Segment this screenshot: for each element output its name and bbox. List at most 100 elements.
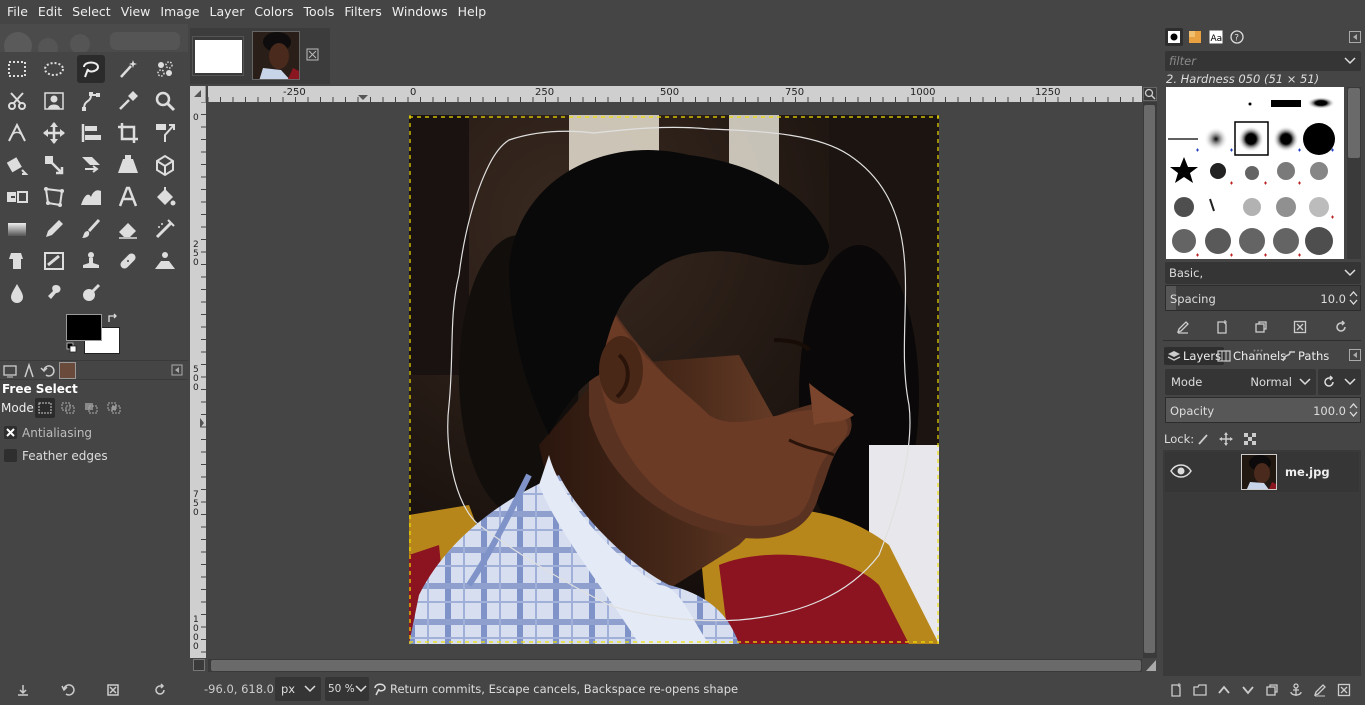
new-layer-group-icon[interactable] <box>1191 681 1209 699</box>
duplicate-layer-icon[interactable] <box>1263 681 1281 699</box>
swap-colors-icon[interactable] <box>107 313 119 325</box>
dock-separator-grip[interactable] <box>1253 341 1263 352</box>
configure-tab-icon[interactable] <box>171 364 183 376</box>
color-picker-icon[interactable] <box>114 87 142 115</box>
image-tab-photo[interactable] <box>252 31 300 80</box>
text-icon[interactable] <box>114 183 142 211</box>
close-image-tab-icon[interactable] <box>306 48 319 61</box>
tab-layers[interactable]: Layers <box>1164 347 1225 365</box>
3d-transform-icon[interactable] <box>151 151 179 179</box>
pencil-icon[interactable] <box>40 215 68 243</box>
lower-layer-icon[interactable] <box>1239 681 1257 699</box>
spacing-slider[interactable]: Spacing 10.0 <box>1165 285 1361 311</box>
warp-transform-icon[interactable] <box>77 183 105 211</box>
scissors-select-icon[interactable] <box>3 87 31 115</box>
quick-mask-toggle-icon[interactable] <box>193 659 205 671</box>
mode-intersect-button[interactable] <box>105 399 123 417</box>
delete-brush-icon[interactable] <box>1291 318 1309 336</box>
navigate-image-icon[interactable] <box>1144 658 1158 672</box>
fuzzy-select-icon[interactable] <box>114 55 142 83</box>
opacity-slider[interactable]: Opacity 100.0 <box>1165 397 1361 423</box>
edit-brush-icon[interactable] <box>1174 318 1192 336</box>
horizontal-scroll-thumb[interactable] <box>211 660 1141 671</box>
lock-alpha-icon[interactable] <box>1241 430 1259 448</box>
measure-icon[interactable] <box>3 119 31 147</box>
tab-channels[interactable]: Channels <box>1217 347 1286 365</box>
merge-layer-icon[interactable] <box>1311 681 1329 699</box>
brush-filter-input[interactable]: filter <box>1165 51 1361 71</box>
mode-replace-button[interactable] <box>35 398 55 418</box>
color-select-icon[interactable] <box>151 55 179 83</box>
duplicate-brush-icon[interactable] <box>1252 318 1270 336</box>
delete-tool-preset-icon[interactable] <box>104 682 122 698</box>
image-tab-blank[interactable] <box>192 36 244 76</box>
ellipse-select-icon[interactable] <box>40 55 68 83</box>
paths-icon[interactable] <box>77 87 105 115</box>
gradient-icon[interactable] <box>3 215 31 243</box>
heal-icon[interactable] <box>114 247 142 275</box>
undo-history-tab-icon[interactable] <box>40 363 56 379</box>
composite-mode-select[interactable] <box>1318 369 1361 395</box>
configure-brushes-tab-icon[interactable] <box>1349 31 1361 43</box>
menu-file[interactable]: File <box>2 0 33 24</box>
blur-icon[interactable] <box>3 279 31 307</box>
menu-filters[interactable]: Filters <box>339 0 386 24</box>
ink-icon[interactable] <box>3 247 31 275</box>
new-brush-icon[interactable] <box>1213 318 1231 336</box>
default-colors-icon[interactable] <box>66 342 78 354</box>
rotate-icon[interactable] <box>3 151 31 179</box>
airbrush-icon[interactable] <box>151 215 179 243</box>
zoom-image-on-resize-icon[interactable] <box>1143 87 1157 101</box>
layer-mode-select[interactable]: Mode Normal <box>1165 369 1316 395</box>
paintbrush-icon[interactable] <box>77 215 105 243</box>
foreground-select-icon[interactable] <box>40 87 68 115</box>
brush-preset-select[interactable]: Basic, <box>1165 262 1361 284</box>
move-icon[interactable] <box>40 119 68 147</box>
bucket-fill-icon[interactable] <box>151 183 179 211</box>
lock-pixels-icon[interactable] <box>1194 430 1212 448</box>
clone-icon[interactable] <box>77 247 105 275</box>
image-canvas[interactable] <box>409 115 939 644</box>
mode-subtract-button[interactable] <box>82 399 100 417</box>
eraser-icon[interactable] <box>114 215 142 243</box>
smudge-icon[interactable] <box>40 279 68 307</box>
lock-position-icon[interactable] <box>1217 430 1235 448</box>
brush-grid-scroll-thumb[interactable] <box>1348 88 1360 158</box>
zoom-icon[interactable] <box>151 87 179 115</box>
fonts-tab-icon[interactable]: Aa <box>1207 28 1225 46</box>
mode-add-button[interactable] <box>59 399 77 417</box>
zoom-select[interactable]: 50 % <box>325 677 369 701</box>
menu-layer[interactable]: Layer <box>205 0 250 24</box>
delete-layer-icon[interactable] <box>1335 681 1353 699</box>
menu-windows[interactable]: Windows <box>387 0 453 24</box>
menu-colors[interactable]: Colors <box>249 0 298 24</box>
images-tab-icon[interactable] <box>59 362 76 379</box>
layer-row[interactable]: me.jpg <box>1165 452 1359 492</box>
mypaint-brush-icon[interactable] <box>40 247 68 275</box>
shear-icon[interactable] <box>77 151 105 179</box>
perspective-icon[interactable] <box>114 151 142 179</box>
crop-icon[interactable] <box>114 119 142 147</box>
brush-grid[interactable] <box>1166 87 1344 259</box>
dodge-burn-icon[interactable] <box>77 279 105 307</box>
new-layer-icon[interactable] <box>1167 681 1185 699</box>
tab-paths[interactable]: Paths <box>1282 347 1329 365</box>
wilber-drop-area[interactable] <box>0 24 188 60</box>
brushes-tab-icon[interactable] <box>1165 28 1183 46</box>
eye-icon[interactable] <box>1170 462 1192 480</box>
align-icon[interactable] <box>77 119 105 147</box>
reset-tool-options-icon[interactable] <box>151 682 169 698</box>
scale-icon[interactable] <box>40 151 68 179</box>
foreground-color-swatch[interactable] <box>66 314 102 341</box>
free-select-icon[interactable] <box>77 55 105 83</box>
unit-select[interactable]: px <box>275 677 321 701</box>
patterns-tab-icon[interactable] <box>1186 28 1204 46</box>
rect-select-icon[interactable] <box>3 55 31 83</box>
help-tab-icon[interactable]: ? <box>1228 28 1246 46</box>
vertical-scroll-thumb[interactable] <box>1144 105 1155 653</box>
menu-select[interactable]: Select <box>67 0 116 24</box>
cage-transform-icon[interactable] <box>40 183 68 211</box>
flip-icon[interactable] <box>3 183 31 211</box>
menu-image[interactable]: Image <box>155 0 204 24</box>
anchor-layer-icon[interactable] <box>1287 681 1305 699</box>
